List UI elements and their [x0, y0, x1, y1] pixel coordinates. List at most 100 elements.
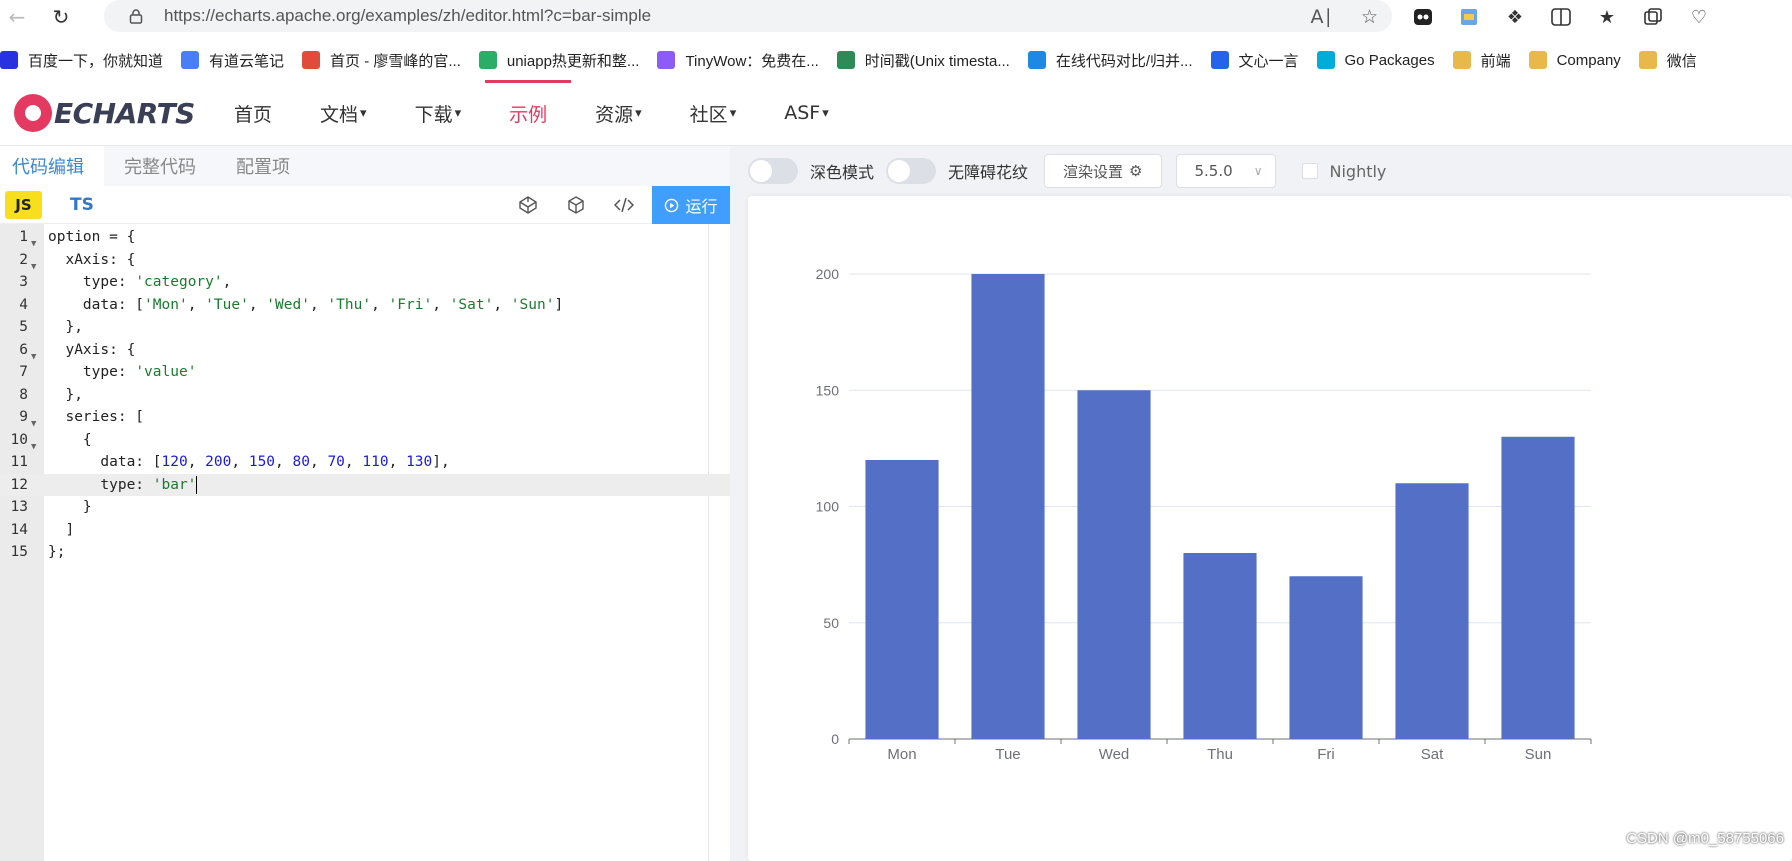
- line-number: 1: [19, 229, 28, 245]
- y-tick-label: 100: [816, 499, 840, 515]
- run-label: 运行: [685, 197, 718, 216]
- code-line: 6 ▼ yAxis: {: [0, 339, 730, 362]
- code-text: }: [48, 499, 92, 515]
- version-select[interactable]: 5.5.0 ∨: [1175, 154, 1276, 188]
- collections-icon[interactable]: [1640, 4, 1666, 30]
- y-tick-label: 50: [823, 615, 839, 631]
- bookmark-item[interactable]: TinyWow：免费在...: [657, 50, 819, 71]
- bookmark-icon: [1528, 51, 1547, 69]
- bookmark-icon: [657, 51, 676, 69]
- run-button[interactable]: 运行: [652, 186, 730, 224]
- bookmark-label: 时间戳(Unix timesta...: [864, 52, 1010, 70]
- code-line: 5 },: [0, 316, 730, 339]
- bookmark-item[interactable]: 文心一言: [1210, 50, 1299, 71]
- bookmark-item[interactable]: 时间戳(Unix timesta...: [836, 50, 1010, 71]
- menu-item[interactable]: 示例: [485, 80, 572, 146]
- extension-icon[interactable]: [1410, 4, 1436, 30]
- reload-button[interactable]: ↻: [44, 0, 78, 34]
- lang-ts-toggle[interactable]: TS: [70, 195, 94, 215]
- bookmark-label: uniapp热更新和整...: [506, 52, 640, 70]
- codesandbox-icon[interactable]: [565, 194, 587, 216]
- favorites-icon[interactable]: ★: [1594, 4, 1620, 30]
- editor-tab[interactable]: 代码编辑: [0, 146, 104, 186]
- bookmark-item[interactable]: 在线代码对比/归并...: [1027, 50, 1193, 71]
- bookmark-item[interactable]: 微信: [1638, 50, 1697, 71]
- bookmark-item[interactable]: 有道云笔记: [181, 50, 284, 71]
- bookmark-icon: [1316, 51, 1335, 69]
- chevron-down-icon: ∨: [1253, 164, 1263, 178]
- embed-code-icon[interactable]: [613, 194, 635, 216]
- bookmark-item[interactable]: Go Packages: [1316, 51, 1435, 69]
- code-text: yAxis: {: [48, 341, 136, 358]
- line-number: 7: [19, 364, 28, 380]
- x-tick-label: Fri: [1317, 746, 1335, 763]
- favorite-star-icon[interactable]: ☆: [1361, 6, 1378, 28]
- bookmark-item[interactable]: uniapp热更新和整...: [478, 50, 640, 71]
- code-editor[interactable]: 1 ▼ option = {2 ▼ xAxis: {3 type: 'category…: [0, 224, 730, 861]
- health-icon[interactable]: ♡: [1686, 4, 1712, 30]
- editor-toolbar: JS TS 运行: [0, 186, 730, 224]
- bar: [1077, 390, 1151, 739]
- line-number: 13: [10, 499, 28, 515]
- code-text: data: [120, 200, 150, 80, 70, 110, 130],: [48, 454, 450, 470]
- menu-item[interactable]: 首页: [210, 80, 296, 146]
- bookmark-icon: [1452, 51, 1471, 69]
- line-number: 15: [10, 544, 28, 560]
- editor-tab[interactable]: 配置项: [216, 146, 310, 186]
- line-number: 6: [19, 341, 28, 358]
- a11y-pattern-toggle[interactable]: [886, 158, 937, 184]
- bookmark-label: TinyWow：免费在...: [685, 52, 819, 70]
- code-text: series: [: [48, 409, 145, 425]
- code-text: };: [48, 544, 66, 560]
- bar: [1183, 553, 1257, 739]
- caret-down-icon: ▾: [822, 105, 829, 121]
- puzzle-icon[interactable]: ❖: [1502, 4, 1528, 30]
- line-number: 9: [19, 409, 28, 425]
- browser-toolbar: ← ↻ https://echarts.apache.org/examples/…: [0, 0, 1792, 34]
- bookmark-label: 微信: [1666, 52, 1697, 70]
- code-line: 12 type: 'bar': [0, 473, 730, 496]
- code-line: 2 ▼ xAxis: {: [0, 249, 730, 272]
- bookmark-label: 首页 - 廖雪峰的官...: [330, 52, 461, 70]
- menu-item[interactable]: 资源 ▾: [571, 80, 666, 146]
- bar: [1501, 436, 1575, 739]
- dark-mode-toggle[interactable]: [748, 158, 798, 184]
- bookmark-label: 有道云笔记: [209, 52, 285, 70]
- bookmark-item[interactable]: 前端: [1452, 50, 1511, 71]
- line-number: 2: [19, 251, 28, 268]
- menu-item-label: 资源: [595, 103, 634, 126]
- code-line: 1 ▼ option = {: [0, 226, 730, 249]
- bookmark-label: 前端: [1480, 52, 1511, 70]
- extension-icon[interactable]: [1456, 4, 1482, 30]
- render-settings-label: 渲染设置: [1063, 162, 1124, 181]
- render-settings-button[interactable]: 渲染设置 ⚙: [1044, 154, 1162, 188]
- menu-item[interactable]: 文档 ▾: [296, 80, 391, 146]
- read-aloud-icon[interactable]: A∣: [1310, 6, 1333, 28]
- menu-item[interactable]: 社区 ▾: [666, 80, 761, 146]
- code-text: ]: [48, 521, 75, 538]
- y-tick-label: 200: [816, 266, 840, 282]
- bookmark-item[interactable]: Company: [1528, 51, 1621, 69]
- caret-down-icon: ▾: [635, 105, 642, 121]
- back-button[interactable]: ←: [0, 0, 34, 34]
- bookmark-label: 在线代码对比/归并...: [1055, 52, 1193, 70]
- watermark: CSDN @m0_58755066: [1626, 830, 1784, 847]
- menu-item[interactable]: 下载 ▾: [391, 80, 486, 146]
- code-line: 4 data: ['Mon', 'Tue', 'Wed', 'Thu', 'Fr…: [0, 294, 730, 317]
- bookmark-icon: [478, 51, 497, 69]
- lang-js-toggle[interactable]: JS: [5, 190, 42, 219]
- split-screen-icon[interactable]: [1548, 4, 1574, 30]
- bar: [971, 274, 1045, 739]
- editor-tab[interactable]: 完整代码: [104, 146, 216, 186]
- bookmark-label: 百度一下，你就知道: [28, 52, 164, 70]
- bookmark-item[interactable]: 百度一下，你就知道: [0, 50, 163, 71]
- menu-item[interactable]: ASF ▾: [760, 80, 853, 146]
- editor-tabs: 代码编辑 完整代码 配置项: [0, 146, 730, 186]
- codepen-icon[interactable]: [517, 194, 539, 216]
- main-menu: 首页 文档 ▾ 下载 ▾ 示例 资源 ▾ 社区 ▾ ASF ▾: [210, 80, 853, 146]
- address-bar[interactable]: https://echarts.apache.org/examples/zh/e…: [104, 0, 1392, 32]
- echarts-logo[interactable]: ECHARTS: [14, 94, 195, 132]
- bookmark-item[interactable]: 首页 - 廖雪峰的官...: [302, 50, 461, 71]
- nightly-checkbox[interactable]: [1301, 163, 1318, 179]
- logo-text: ECHARTS: [54, 96, 195, 130]
